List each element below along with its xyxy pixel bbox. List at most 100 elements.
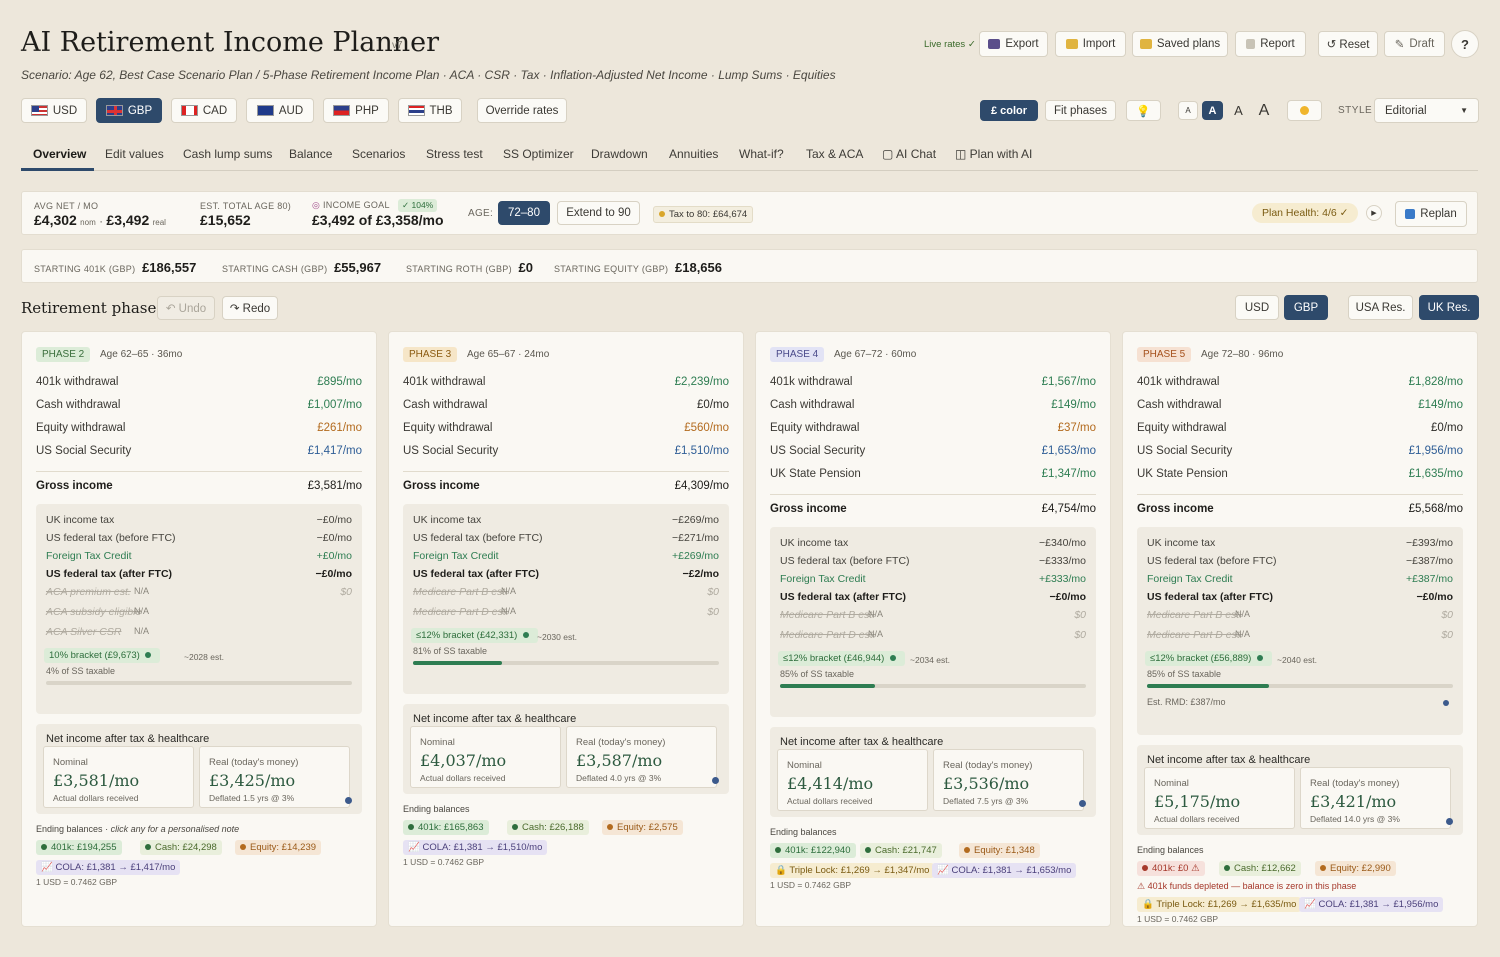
tab-annuities[interactable]: Annuities — [669, 147, 718, 161]
income-row[interactable]: 401k withdrawal £895/mo — [36, 376, 362, 388]
balance-cash-pill[interactable]: Cash: £24,298 — [140, 840, 222, 855]
report-button[interactable]: Report — [1235, 31, 1306, 57]
phase-age-range: Age 65–67 · 24mo — [467, 349, 550, 360]
lightbulb-icon[interactable]: 💡 — [1126, 100, 1161, 121]
income-row[interactable]: 401k withdrawal £2,239/mo — [403, 376, 729, 388]
reset-button[interactable]: ↺ Reset — [1318, 31, 1378, 57]
tab-tax-aca[interactable]: Tax & ACA — [806, 147, 863, 161]
tab-edit-values[interactable]: Edit values — [105, 147, 164, 161]
phase-card[interactable]: PHASE 3 Age 65–67 · 24mo 401k withdrawal £2… — [388, 331, 744, 927]
view-usd-button[interactable]: USD — [1235, 295, 1279, 320]
income-row[interactable]: Cash withdrawal £149/mo — [1137, 399, 1463, 411]
age-range-button[interactable]: 72–80 — [498, 201, 550, 225]
nominal-box[interactable]: Nominal £5,175/mo Actual dollars received — [1144, 767, 1295, 829]
help-button[interactable]: ? — [1451, 30, 1479, 58]
currency-gbp[interactable]: GBP — [96, 98, 162, 123]
override-rates-button[interactable]: Override rates — [477, 98, 567, 123]
currency-cad[interactable]: CAD — [171, 98, 237, 123]
income-row[interactable]: Equity withdrawal £0/mo — [1137, 422, 1463, 434]
info-dot[interactable] — [345, 797, 352, 804]
real-box[interactable]: Real (today's money) £3,425/mo Deflated 1.… — [199, 746, 350, 808]
import-button[interactable]: Import — [1055, 31, 1126, 57]
real-box[interactable]: Real (today's money) £3,421/mo Deflated 14… — [1300, 767, 1451, 829]
tab-plan-with-ai[interactable]: ◫ Plan with AI — [955, 147, 1032, 161]
plan-health-badge[interactable]: Plan Health: 4/6 ✓ — [1252, 203, 1359, 223]
nominal-box[interactable]: Nominal £3,581/mo Actual dollars received — [43, 746, 194, 808]
tax-row: Foreign Tax Credit +£269/mo — [413, 550, 719, 562]
currency-usd[interactable]: USD — [21, 98, 87, 123]
font-size-l[interactable]: A — [1253, 100, 1275, 121]
tab-scenarios[interactable]: Scenarios — [352, 147, 405, 161]
balance-equity-pill[interactable]: Equity: £14,239 — [235, 840, 322, 855]
view-gbp-button[interactable]: GBP — [1284, 295, 1328, 320]
theme-toggle[interactable] — [1287, 100, 1322, 121]
tab-balance[interactable]: Balance — [289, 147, 332, 161]
balance-cash-pill[interactable]: Cash: £26,188 — [507, 820, 589, 835]
currency-php[interactable]: PHP — [323, 98, 389, 123]
income-row[interactable]: Equity withdrawal £37/mo — [770, 422, 1096, 434]
phase-card[interactable]: PHASE 2 Age 62–65 · 36mo 401k withdrawal £8… — [21, 331, 377, 927]
font-size-xs[interactable]: A — [1178, 101, 1198, 120]
info-dot[interactable] — [1446, 818, 1453, 825]
balance-cash-pill[interactable]: Cash: £12,662 — [1219, 861, 1301, 876]
undo-button[interactable]: ↶ Undo — [157, 296, 215, 320]
info-dot[interactable] — [1443, 700, 1449, 706]
redo-button[interactable]: ↷ Redo — [222, 296, 278, 320]
income-row[interactable]: US Social Security £1,417/mo — [36, 445, 362, 457]
ending-balances-label: Ending balances · click any for a person… — [36, 824, 240, 834]
nominal-box[interactable]: Nominal £4,037/mo Actual dollars received — [410, 726, 561, 788]
balance-equity-pill[interactable]: Equity: £1,348 — [959, 843, 1040, 858]
warning-icon: ⚠ — [1137, 881, 1146, 891]
income-row[interactable]: Cash withdrawal £149/mo — [770, 399, 1096, 411]
nominal-box[interactable]: Nominal £4,414/mo Actual dollars received — [777, 749, 928, 811]
phase-card[interactable]: PHASE 4 Age 67–72 · 60mo 401k withdrawal £1… — [755, 331, 1111, 927]
info-dot[interactable] — [712, 777, 719, 784]
document-icon — [1246, 39, 1256, 49]
draft-button[interactable]: ✎ Draft — [1384, 31, 1445, 57]
tab-drawdown[interactable]: Drawdown — [591, 147, 648, 161]
uk-res-button[interactable]: UK Res. — [1419, 295, 1479, 320]
style-select[interactable]: Editorial ▼ — [1374, 98, 1479, 123]
balance-401k-pill[interactable]: 401k: £165,863 — [403, 820, 489, 835]
play-icon[interactable]: ▶ — [1366, 205, 1382, 221]
font-size-m[interactable]: A — [1228, 101, 1249, 120]
saved-plans-button[interactable]: Saved plans — [1132, 31, 1228, 57]
tab-ss-optimizer[interactable]: SS Optimizer — [503, 147, 574, 161]
currency-thb[interactable]: THB — [398, 98, 462, 123]
income-row[interactable]: Cash withdrawal £1,007/mo — [36, 399, 362, 411]
usa-res-button[interactable]: USA Res. — [1348, 295, 1413, 320]
fit-phases-button[interactable]: Fit phases — [1045, 100, 1116, 121]
replan-button[interactable]: Replan — [1395, 201, 1467, 227]
income-row[interactable]: UK State Pension £1,635/mo — [1137, 468, 1463, 480]
phase-card[interactable]: PHASE 5 Age 72–80 · 96mo 401k withdrawal £1… — [1122, 331, 1478, 927]
income-row[interactable]: 401k withdrawal £1,567/mo — [770, 376, 1096, 388]
income-row[interactable]: US Social Security £1,956/mo — [1137, 445, 1463, 457]
tab-overview[interactable]: Overview — [33, 147, 86, 161]
income-row[interactable]: UK State Pension £1,347/mo — [770, 468, 1096, 480]
balance-equity-pill[interactable]: Equity: £2,990 — [1315, 861, 1396, 876]
balance-equity-pill[interactable]: Equity: £2,575 — [602, 820, 683, 835]
extend-button[interactable]: Extend to 90 — [557, 201, 640, 225]
income-row[interactable]: US Social Security £1,653/mo — [770, 445, 1096, 457]
balance-cash-pill[interactable]: Cash: £21,747 — [860, 843, 942, 858]
tab-ai-chat[interactable]: ▢ AI Chat — [882, 147, 936, 161]
income-row[interactable]: 401k withdrawal £1,828/mo — [1137, 376, 1463, 388]
currency-aud[interactable]: AUD — [246, 98, 314, 123]
tab-what-if[interactable]: What-if? — [739, 147, 784, 161]
tab-stress-test[interactable]: Stress test — [426, 147, 483, 161]
export-button[interactable]: Export — [979, 31, 1048, 57]
income-row[interactable]: Cash withdrawal £0/mo — [403, 399, 729, 411]
income-row[interactable]: US Social Security £1,510/mo — [403, 445, 729, 457]
income-row[interactable]: Equity withdrawal £261/mo — [36, 422, 362, 434]
info-dot[interactable] — [1079, 800, 1086, 807]
tab-cash-lump-sums[interactable]: Cash lump sums — [183, 147, 272, 161]
balance-401k-pill[interactable]: 401k: £0 ⚠ — [1137, 861, 1205, 876]
balance-401k-pill[interactable]: 401k: £122,940 — [770, 843, 856, 858]
font-size-s[interactable]: A — [1202, 101, 1223, 120]
real-box[interactable]: Real (today's money) £3,587/mo Deflated 4.… — [566, 726, 717, 788]
fx-rate: 1 USD = 0.7462 GBP — [770, 880, 852, 890]
income-row[interactable]: Equity withdrawal £560/mo — [403, 422, 729, 434]
color-button[interactable]: £ color — [980, 100, 1038, 121]
real-box[interactable]: Real (today's money) £3,536/mo Deflated 7.… — [933, 749, 1084, 811]
balance-401k-pill[interactable]: 401k: £194,255 — [36, 840, 122, 855]
